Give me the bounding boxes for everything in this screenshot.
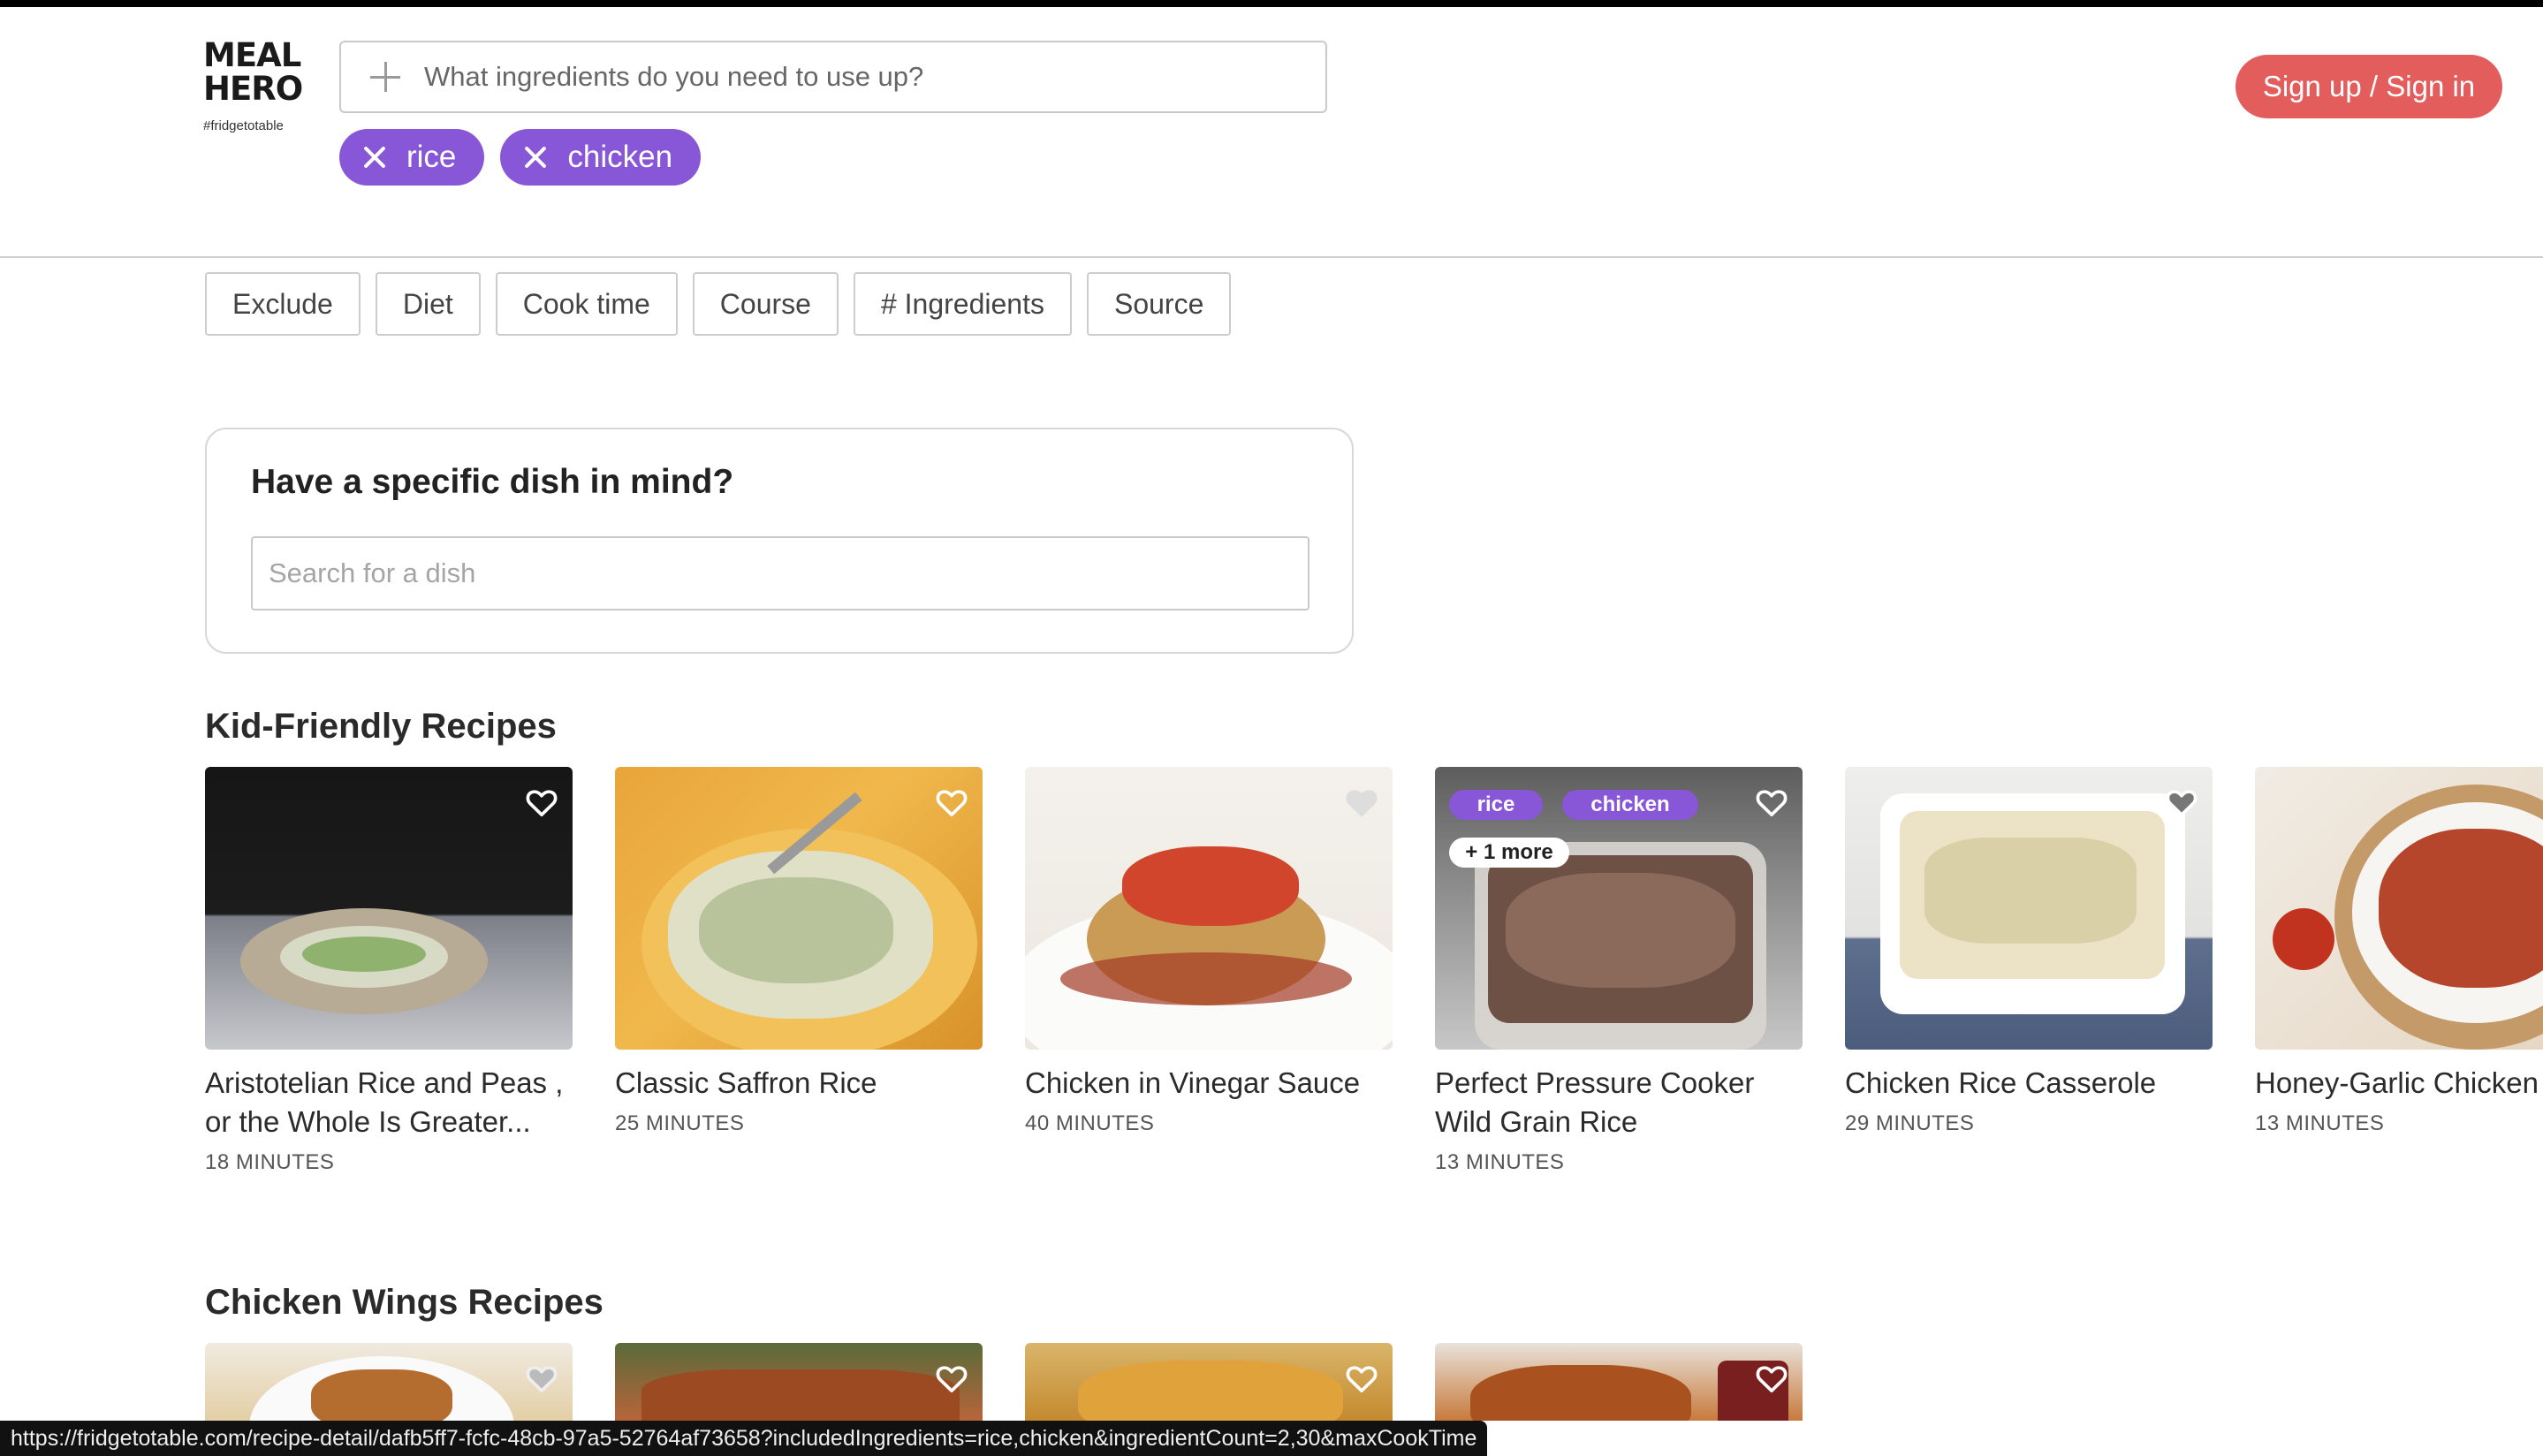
dish-search-input[interactable] — [251, 536, 1309, 610]
close-icon[interactable] — [523, 145, 548, 170]
recipe-card[interactable] — [1025, 1343, 1393, 1421]
dish-search-card: Have a specific dish in mind? — [205, 428, 1354, 654]
recipe-card[interactable]: Honey-Garlic Chicken Sweet Pepper Stir-F… — [2255, 767, 2543, 1136]
recipe-image[interactable] — [1025, 767, 1393, 1050]
heart-outline-icon[interactable] — [933, 785, 970, 820]
section-title-chicken-wings: Chicken Wings Recipes — [205, 1283, 603, 1322]
heart-outline-icon[interactable] — [523, 1361, 560, 1396]
recipe-image[interactable] — [1025, 1343, 1393, 1421]
section-title-kid-friendly: Kid-Friendly Recipes — [205, 707, 557, 746]
ingredient-chip-chicken[interactable]: chicken — [500, 129, 702, 186]
recipe-image[interactable] — [1435, 1343, 1803, 1421]
heart-outline-icon[interactable] — [933, 1361, 970, 1396]
recipe-image[interactable] — [615, 1343, 983, 1421]
header-divider — [0, 256, 2543, 258]
signin-button[interactable]: Sign up / Sign in — [2236, 55, 2502, 118]
matched-ingredient-badge: chicken — [1562, 790, 1698, 820]
plus-icon — [368, 59, 403, 95]
chip-label: chicken — [567, 140, 673, 174]
recipe-card[interactable]: Chicken Rice Casserole 29 MINUTES — [1845, 767, 2213, 1136]
recipe-card[interactable]: Classic Saffron Rice 25 MINUTES — [615, 767, 983, 1136]
ingredient-search-input[interactable] — [422, 60, 1221, 94]
recipe-image[interactable]: rice chicken + 1 more — [1435, 767, 1803, 1050]
heart-outline-icon[interactable] — [1753, 785, 1790, 820]
recipe-image[interactable] — [1845, 767, 2213, 1050]
dish-search-title: Have a specific dish in mind? — [251, 463, 734, 501]
heart-outline-icon[interactable] — [1343, 785, 1380, 820]
filter-source[interactable]: Source — [1086, 272, 1232, 336]
mealhero-logo[interactable]: MEAL HERO #fridgetotable — [203, 36, 318, 134]
heart-outline-icon[interactable] — [523, 785, 560, 820]
browser-top-edge — [0, 0, 2543, 7]
recipe-name[interactable]: Aristotelian Rice and Peas , or the Whol… — [205, 1064, 573, 1141]
recipe-card[interactable] — [205, 1343, 573, 1421]
recipe-name[interactable]: Honey-Garlic Chicken Sweet Pepper Stir-F… — [2255, 1064, 2543, 1103]
filter-bar: Exclude Diet Cook time Course # Ingredie… — [205, 272, 1232, 336]
recipe-name[interactable]: Chicken in Vinegar Sauce — [1025, 1064, 1393, 1103]
recipe-card[interactable] — [1435, 1343, 1803, 1421]
heart-outline-icon[interactable] — [1343, 1361, 1380, 1396]
filter-cook-time[interactable]: Cook time — [495, 272, 678, 336]
recipe-card[interactable]: Chicken in Vinegar Sauce 40 MINUTES — [1025, 767, 1393, 1136]
filter-ingredients-count[interactable]: # Ingredients — [853, 272, 1072, 336]
heart-outline-icon[interactable] — [2163, 785, 2200, 820]
recipe-name[interactable]: Perfect Pressure Cooker Wild Grain Rice — [1435, 1064, 1803, 1141]
recipe-card[interactable]: Aristotelian Rice and Peas , or the Whol… — [205, 767, 573, 1175]
recipe-image[interactable] — [205, 1343, 573, 1421]
close-icon[interactable] — [362, 145, 387, 170]
link-preview-statusbar: https://fridgetotable.com/recipe-detail/… — [0, 1421, 1488, 1456]
recipe-time: 13 MINUTES — [1435, 1150, 1565, 1174]
logo-line-1: MEAL — [203, 36, 301, 74]
filter-exclude[interactable]: Exclude — [205, 272, 361, 336]
logo-tagline: #fridgetotable — [203, 118, 284, 133]
recipe-time: 18 MINUTES — [205, 1150, 335, 1174]
recipe-time: 29 MINUTES — [1845, 1111, 1975, 1135]
recipe-time: 13 MINUTES — [2255, 1111, 2385, 1135]
recipe-card[interactable]: rice chicken + 1 more Perfect Pressure C… — [1435, 767, 1803, 1175]
recipe-name[interactable]: Classic Saffron Rice — [615, 1064, 983, 1103]
filter-diet[interactable]: Diet — [375, 272, 481, 336]
ingredient-search-box[interactable] — [339, 41, 1327, 113]
logo-line-2: HERO — [203, 70, 303, 108]
recipe-card[interactable] — [615, 1343, 983, 1421]
ingredient-chips: rice chicken — [339, 129, 702, 186]
recipe-time: 40 MINUTES — [1025, 1111, 1155, 1135]
matched-ingredient-badge: rice — [1449, 790, 1543, 820]
filter-course[interactable]: Course — [692, 272, 839, 336]
ingredient-chip-rice[interactable]: rice — [339, 129, 485, 186]
more-ingredients-badge: + 1 more — [1449, 838, 1569, 868]
recipe-time: 25 MINUTES — [615, 1111, 745, 1135]
recipe-image[interactable] — [615, 767, 983, 1050]
recipe-image[interactable] — [2255, 767, 2543, 1050]
recipe-image[interactable] — [205, 767, 573, 1050]
recipe-name[interactable]: Chicken Rice Casserole — [1845, 1064, 2213, 1103]
chip-label: rice — [406, 140, 457, 174]
heart-outline-icon[interactable] — [1753, 1361, 1790, 1396]
